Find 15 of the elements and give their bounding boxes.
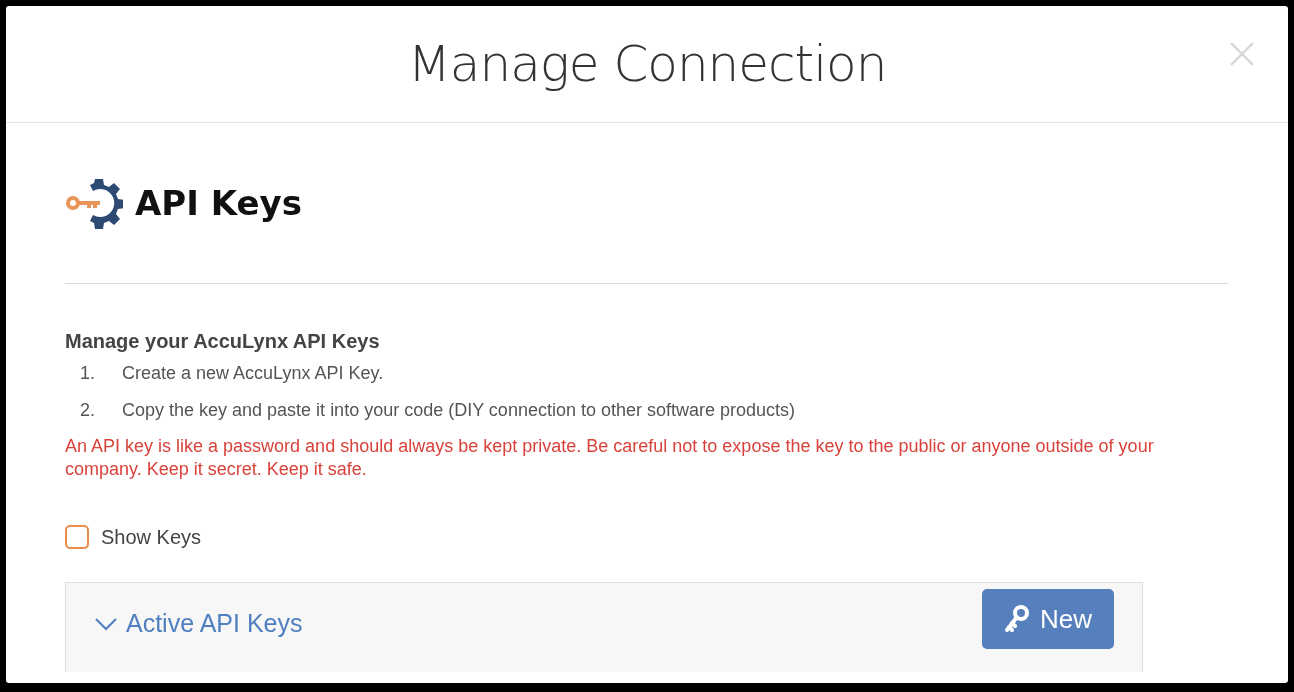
instructions-title: Manage your AccuLynx API Keys — [65, 330, 381, 353]
chevron-icon — [94, 616, 118, 631]
warning-text: An API key is like a password and should always be kept private. Be careful not to expose the key to the public or anyone outside of your company. Keep it secret. Keep it safe. — [65, 435, 1155, 481]
panel-toggle[interactable]: Active API Keys — [94, 609, 303, 638]
step-number: 2. — [79, 400, 96, 420]
section-heading: API Keys — [135, 183, 302, 223]
checkbox[interactable] — [65, 525, 89, 549]
checkbox-label[interactable]: Show Keys — [101, 525, 202, 549]
step-text: Create a new AccuLynx API Key. — [122, 363, 384, 383]
new-button[interactable]: New — [982, 589, 1114, 649]
step-text: Copy the key and paste it into your code (DIY connection to other software products) — [122, 400, 796, 420]
step-number: 1. — [79, 363, 96, 383]
close-icon[interactable] — [1230, 42, 1254, 66]
key-icon — [1004, 605, 1030, 633]
dialog-title: Manage Connection — [407, 35, 887, 93]
